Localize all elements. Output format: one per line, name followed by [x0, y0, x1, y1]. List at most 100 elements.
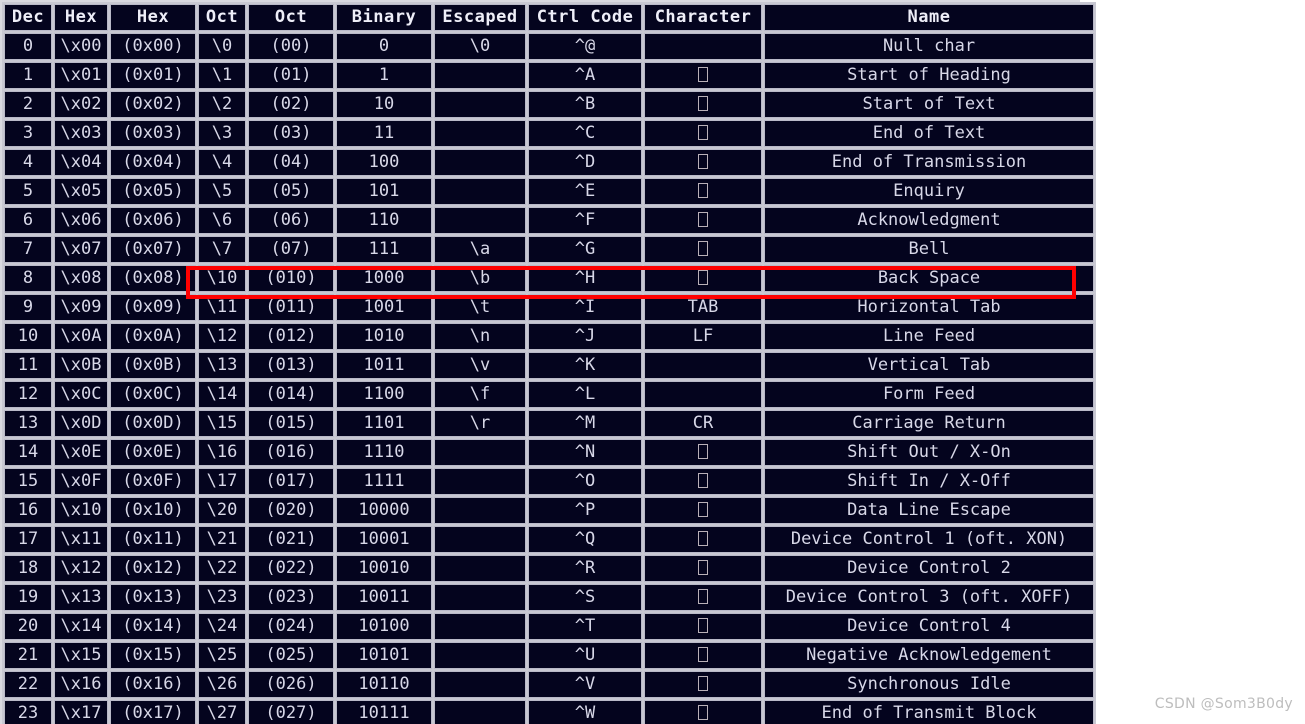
cell-oct2: (03)	[248, 120, 334, 147]
cell-ctrl: ^B	[528, 91, 642, 118]
cell-hex1: \x04	[54, 149, 108, 176]
cell-hex2: (0x0C)	[110, 381, 196, 408]
cell-oct1: \11	[198, 294, 246, 321]
cell-esc	[434, 497, 526, 524]
cell-chr	[644, 149, 762, 176]
cell-oct1: \2	[198, 91, 246, 118]
cell-hex1: \x0D	[54, 410, 108, 437]
cell-oct1: \21	[198, 526, 246, 553]
page-root: Dec Hex Hex Oct Oct Binary Escaped Ctrl …	[0, 0, 1305, 724]
cell-name: Bell	[764, 236, 1094, 263]
cell-ctrl: ^I	[528, 294, 642, 321]
cell-chr: LF	[644, 323, 762, 350]
cell-name: Line Feed	[764, 323, 1094, 350]
cell-hex1: \x09	[54, 294, 108, 321]
missing-glyph-icon	[698, 560, 708, 575]
missing-glyph-icon	[698, 676, 708, 691]
cell-ctrl: ^@	[528, 33, 642, 60]
cell-name: Device Control 4	[764, 613, 1094, 640]
cell-chr	[644, 236, 762, 263]
table-row: 10 \x0A (0x0A) \12 (012) 1010 \n ^J LF Line Feed	[4, 323, 1094, 350]
ascii-table-container: Dec Hex Hex Oct Oct Binary Escaped Ctrl …	[0, 0, 1096, 724]
cell-dec: 4	[4, 149, 52, 176]
table-row: 23 \x17 (0x17) \27 (027) 10111 ^W End of Transm…	[4, 700, 1094, 724]
cell-chr: CR	[644, 410, 762, 437]
table-row: 6 \x06 (0x06) \6 (06) 110 ^F Acknowledgment	[4, 207, 1094, 234]
cell-ctrl: ^M	[528, 410, 642, 437]
cell-hex2: (0x00)	[110, 33, 196, 60]
cell-chr	[644, 33, 762, 60]
cell-hex2: (0x0B)	[110, 352, 196, 379]
cell-hex2: (0x12)	[110, 555, 196, 582]
table-row: 14 \x0E (0x0E) \16 (016) 1110 ^N Shift Out / X-…	[4, 439, 1094, 466]
cell-ctrl: ^L	[528, 381, 642, 408]
cell-ctrl: ^H	[528, 265, 642, 292]
cell-bin: 10010	[336, 555, 432, 582]
cell-dec: 9	[4, 294, 52, 321]
cell-hex1: \x17	[54, 700, 108, 724]
cell-oct2: (020)	[248, 497, 334, 524]
cell-hex1: \x08	[54, 265, 108, 292]
cell-esc	[434, 613, 526, 640]
cell-hex2: (0x13)	[110, 584, 196, 611]
cell-chr	[644, 381, 762, 408]
watermark-label: CSDN @Som3B0dy	[1154, 696, 1293, 712]
missing-glyph-icon	[698, 67, 708, 82]
cell-name: Enquiry	[764, 178, 1094, 205]
table-header-row: Dec Hex Hex Oct Oct Binary Escaped Ctrl …	[4, 4, 1094, 31]
missing-glyph-icon	[698, 531, 708, 546]
cell-hex2: (0x0E)	[110, 439, 196, 466]
cell-oct1: \17	[198, 468, 246, 495]
cell-bin: 1111	[336, 468, 432, 495]
cell-oct1: \7	[198, 236, 246, 263]
cell-hex1: \x03	[54, 120, 108, 147]
table-body: 0 \x00 (0x00) \0 (00) 0 \0 ^@ Null char 1 \x01 (0x0…	[4, 33, 1094, 724]
table-row: 21 \x15 (0x15) \25 (025) 10101 ^U Negative Ackn…	[4, 642, 1094, 669]
cell-oct1: \16	[198, 439, 246, 466]
cell-oct1: \12	[198, 323, 246, 350]
cell-hex2: (0x04)	[110, 149, 196, 176]
cell-esc	[434, 671, 526, 698]
cell-name: End of Transmit Block	[764, 700, 1094, 724]
cell-oct1: \1	[198, 62, 246, 89]
cell-chr	[644, 178, 762, 205]
cell-bin: 1011	[336, 352, 432, 379]
cell-oct1: \15	[198, 410, 246, 437]
cell-bin: 10	[336, 91, 432, 118]
cell-esc	[434, 120, 526, 147]
cell-name: Start of Text	[764, 91, 1094, 118]
cell-oct2: (025)	[248, 642, 334, 669]
column-header-hex-esc: Hex	[54, 4, 108, 31]
missing-glyph-icon	[698, 473, 708, 488]
table-row: 3 \x03 (0x03) \3 (03) 11 ^C End of Text	[4, 120, 1094, 147]
cell-name: Back Space	[764, 265, 1094, 292]
cell-ctrl: ^R	[528, 555, 642, 582]
cell-dec: 6	[4, 207, 52, 234]
table-row: 12 \x0C (0x0C) \14 (014) 1100 \f ^L Form Feed	[4, 381, 1094, 408]
cell-dec: 16	[4, 497, 52, 524]
cell-bin: 1010	[336, 323, 432, 350]
missing-glyph-icon	[698, 96, 708, 111]
cell-oct2: (017)	[248, 468, 334, 495]
cell-bin: 111	[336, 236, 432, 263]
cell-dec: 13	[4, 410, 52, 437]
cell-hex2: (0x05)	[110, 178, 196, 205]
cell-hex1: \x10	[54, 497, 108, 524]
cell-chr	[644, 91, 762, 118]
cell-dec: 2	[4, 91, 52, 118]
cell-bin: 1101	[336, 410, 432, 437]
cell-hex1: \x0C	[54, 381, 108, 408]
cell-oct2: (024)	[248, 613, 334, 640]
cell-hex2: (0x06)	[110, 207, 196, 234]
cell-bin: 1100	[336, 381, 432, 408]
cell-esc	[434, 149, 526, 176]
cell-bin: 10101	[336, 642, 432, 669]
missing-glyph-icon	[698, 647, 708, 662]
column-header-name: Name	[764, 4, 1094, 31]
cell-name: Shift Out / X-On	[764, 439, 1094, 466]
cell-ctrl: ^D	[528, 149, 642, 176]
cell-esc	[434, 555, 526, 582]
cell-ctrl: ^V	[528, 671, 642, 698]
cell-esc	[434, 178, 526, 205]
cell-hex2: (0x0A)	[110, 323, 196, 350]
